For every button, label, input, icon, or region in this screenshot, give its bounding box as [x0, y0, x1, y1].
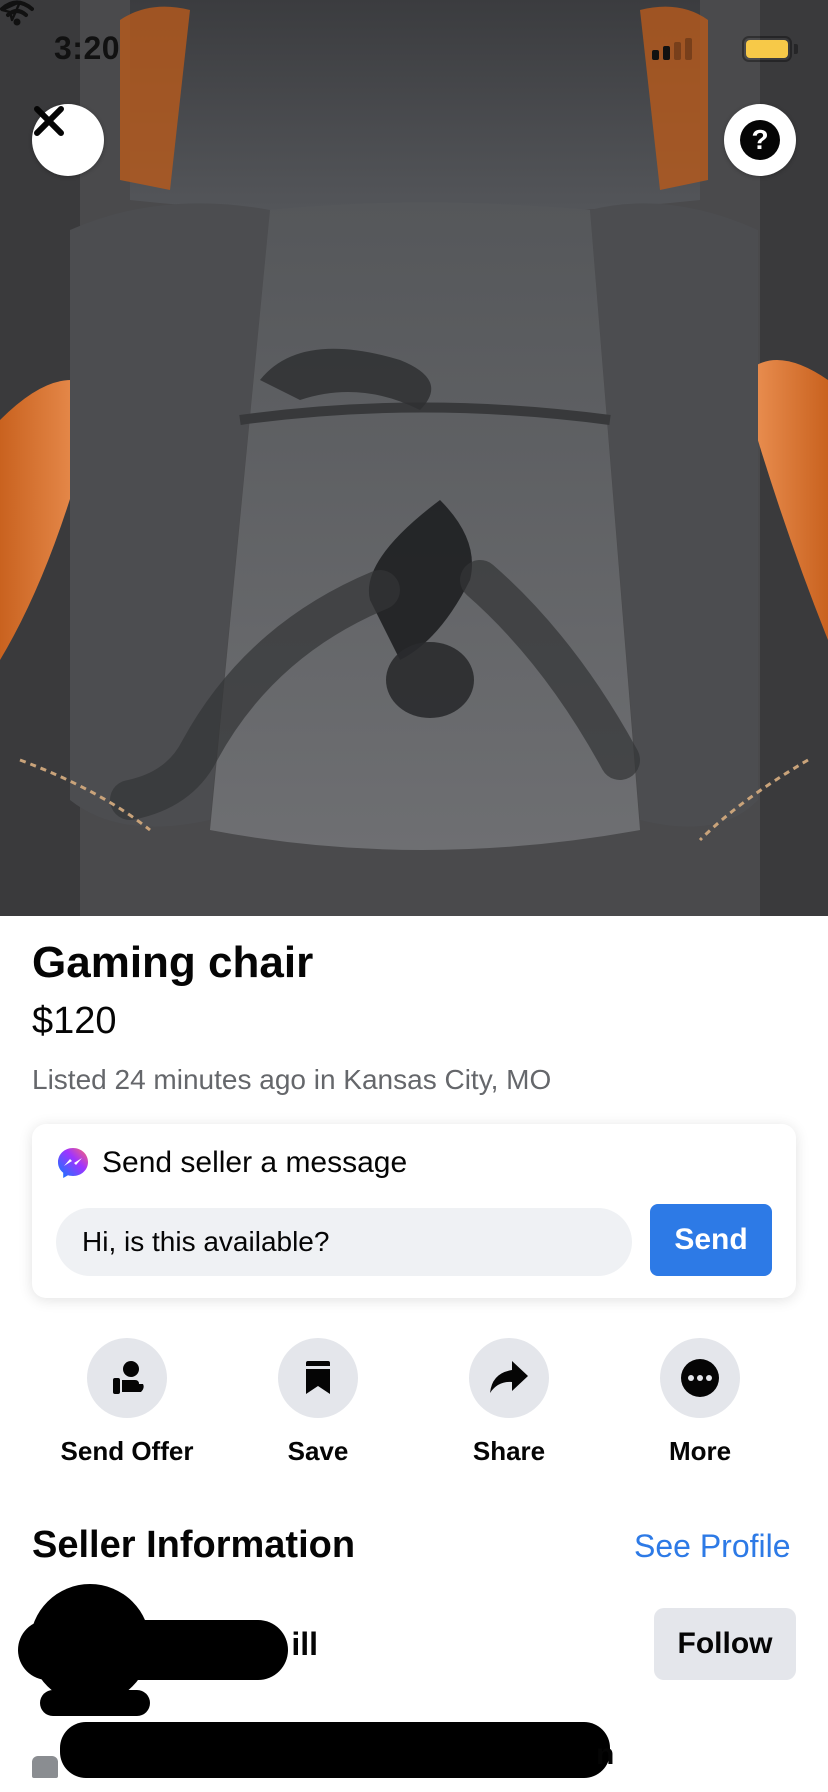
share-button[interactable]: Share [419, 1338, 599, 1467]
help-icon: ? [740, 120, 780, 160]
save-button[interactable]: Save [228, 1338, 408, 1467]
send-offer-label: Send Offer [60, 1436, 194, 1466]
more-label: More [668, 1436, 732, 1466]
more-button[interactable]: More [610, 1338, 790, 1467]
share-label: Share [472, 1436, 546, 1466]
battery-icon [742, 36, 792, 62]
close-button[interactable] [32, 104, 104, 176]
message-input[interactable] [56, 1208, 632, 1276]
listing-photo[interactable]: 3:20 ? [0, 0, 828, 916]
follow-button[interactable]: Follow [654, 1608, 796, 1680]
cellular-signal-icon [652, 38, 692, 60]
wifi-icon [0, 0, 34, 26]
status-time: 3:20 [54, 30, 121, 66]
seller-name[interactable]: ill [140, 1626, 318, 1663]
share-icon [469, 1338, 549, 1418]
more-icon [660, 1338, 740, 1418]
send-button[interactable]: Send [650, 1204, 772, 1276]
bookmark-icon [278, 1338, 358, 1418]
help-button[interactable]: ? [724, 104, 796, 176]
listing-meta: Listed 24 minutes ago in Kansas City, MO [32, 1064, 552, 1095]
save-label: Save [287, 1436, 349, 1466]
seller-detail-text: n [596, 1738, 615, 1771]
battery-cap [794, 44, 798, 54]
message-header: Send seller a message [56, 1146, 407, 1180]
seller-detail-icon [32, 1756, 58, 1778]
message-card: Send seller a message Send [32, 1124, 796, 1298]
send-offer-button[interactable]: Send Offer [37, 1338, 217, 1467]
seller-info-heading: Seller Information [32, 1524, 356, 1566]
send-offer-icon [87, 1338, 167, 1418]
action-row: Send Offer Save Share More [0, 1338, 828, 1468]
messenger-icon [58, 1148, 88, 1178]
redaction-mark [40, 1690, 150, 1716]
close-icon [34, 106, 64, 136]
listing-title: Gaming chair [32, 938, 314, 987]
see-profile-link[interactable]: See Profile [634, 1528, 791, 1565]
status-bar: 3:20 [0, 0, 828, 100]
redaction-mark [60, 1722, 610, 1778]
message-heading: Send seller a message [102, 1146, 408, 1179]
chair-illustration [0, 0, 828, 916]
listing-price: $120 [32, 1000, 117, 1042]
